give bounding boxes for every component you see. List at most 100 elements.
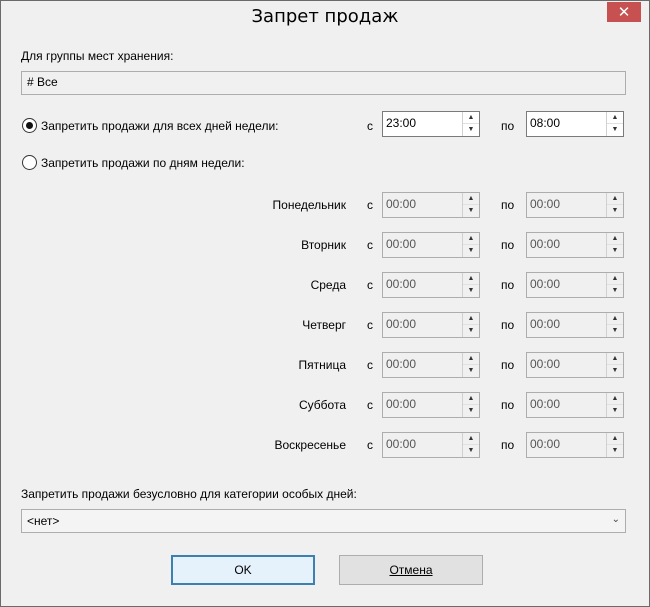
spin-up-icon[interactable]: ▲ bbox=[607, 353, 623, 365]
spin-up-icon[interactable]: ▲ bbox=[463, 273, 479, 285]
spin-up-icon[interactable]: ▲ bbox=[463, 353, 479, 365]
spin-up-icon[interactable]: ▲ bbox=[463, 112, 479, 124]
weekday-to-time[interactable]: 00:00 ▲ ▼ bbox=[526, 192, 624, 218]
spin-up-icon[interactable]: ▲ bbox=[607, 313, 623, 325]
by-days-label[interactable]: Запретить продажи по дням недели: bbox=[41, 156, 245, 170]
spin-down-icon[interactable]: ▼ bbox=[607, 445, 623, 457]
spin-down-icon[interactable]: ▼ bbox=[463, 205, 479, 217]
weekday-to-value: 00:00 bbox=[530, 357, 561, 371]
close-icon: ✕ bbox=[617, 3, 631, 21]
weekday-from-label: с bbox=[367, 398, 373, 412]
ok-button-label: OK bbox=[234, 563, 252, 577]
spin-down-icon[interactable]: ▼ bbox=[463, 245, 479, 257]
weekday-to-time[interactable]: 00:00 ▲ ▼ bbox=[526, 432, 624, 458]
weekday-from-time[interactable]: 00:00 ▲ ▼ bbox=[382, 312, 480, 338]
weekday-from-label: с bbox=[367, 238, 373, 252]
spin-down-icon[interactable]: ▼ bbox=[463, 445, 479, 457]
weekday-to-label: по bbox=[501, 438, 515, 452]
cancel-button[interactable]: Отмена bbox=[339, 555, 483, 585]
spin-down-icon[interactable]: ▼ bbox=[463, 405, 479, 417]
spin-down-icon[interactable]: ▼ bbox=[607, 245, 623, 257]
weekday-to-label: по bbox=[501, 238, 515, 252]
spin-down-icon[interactable]: ▼ bbox=[607, 205, 623, 217]
spin-up-icon[interactable]: ▲ bbox=[607, 233, 623, 245]
spin-up-icon[interactable]: ▲ bbox=[463, 433, 479, 445]
weekday-from-time[interactable]: 00:00 ▲ ▼ bbox=[382, 192, 480, 218]
spin-up-icon[interactable]: ▲ bbox=[607, 112, 623, 124]
spin-down-icon[interactable]: ▼ bbox=[607, 285, 623, 297]
spin-arrows: ▲ ▼ bbox=[606, 233, 623, 257]
dialog-body: Для группы мест хранения: # Все Запретит… bbox=[8, 32, 642, 600]
special-days-value: <нет> bbox=[27, 514, 60, 528]
spin-down-icon[interactable]: ▼ bbox=[607, 325, 623, 337]
ok-button[interactable]: OK bbox=[171, 555, 315, 585]
weekday-label: Понедельник bbox=[272, 198, 346, 212]
weekday-from-value: 00:00 bbox=[386, 197, 417, 211]
weekday-label: Пятница bbox=[298, 358, 347, 372]
weekday-to-value: 00:00 bbox=[530, 317, 561, 331]
spin-down-icon[interactable]: ▼ bbox=[607, 405, 623, 417]
all-days-from-label: с bbox=[367, 119, 373, 133]
spin-up-icon[interactable]: ▲ bbox=[463, 313, 479, 325]
spin-down-icon[interactable]: ▼ bbox=[607, 124, 623, 136]
weekday-from-time[interactable]: 00:00 ▲ ▼ bbox=[382, 432, 480, 458]
chevron-down-icon: ⌄ bbox=[611, 514, 620, 525]
spin-up-icon[interactable]: ▲ bbox=[607, 273, 623, 285]
all-days-from-time[interactable]: 23:00 ▲ ▼ bbox=[382, 111, 480, 137]
spin-arrows: ▲ ▼ bbox=[462, 273, 479, 297]
spin-up-icon[interactable]: ▲ bbox=[607, 433, 623, 445]
special-days-combo[interactable]: <нет> ⌄ bbox=[21, 509, 626, 533]
spin-down-icon[interactable]: ▼ bbox=[607, 365, 623, 377]
spin-down-icon[interactable]: ▼ bbox=[463, 285, 479, 297]
close-button[interactable]: ✕ bbox=[607, 2, 641, 22]
spin-up-icon[interactable]: ▲ bbox=[463, 393, 479, 405]
spin-arrows: ▲ ▼ bbox=[606, 193, 623, 217]
weekday-from-label: с bbox=[367, 438, 373, 452]
weekday-from-time[interactable]: 00:00 ▲ ▼ bbox=[382, 232, 480, 258]
weekday-to-time[interactable]: 00:00 ▲ ▼ bbox=[526, 232, 624, 258]
spin-down-icon[interactable]: ▼ bbox=[463, 365, 479, 377]
weekday-to-time[interactable]: 00:00 ▲ ▼ bbox=[526, 392, 624, 418]
spin-down-icon[interactable]: ▼ bbox=[463, 124, 479, 136]
spin-arrows: ▲ ▼ bbox=[462, 112, 479, 136]
weekday-to-time[interactable]: 00:00 ▲ ▼ bbox=[526, 272, 624, 298]
spin-down-icon[interactable]: ▼ bbox=[463, 325, 479, 337]
weekday-label: Суббота bbox=[299, 398, 346, 412]
group-label: Для группы мест хранения: bbox=[21, 49, 174, 63]
spin-arrows: ▲ ▼ bbox=[606, 313, 623, 337]
spin-up-icon[interactable]: ▲ bbox=[607, 193, 623, 205]
all-days-radio[interactable] bbox=[22, 118, 37, 133]
weekday-from-value: 00:00 bbox=[386, 317, 417, 331]
weekday-from-time[interactable]: 00:00 ▲ ▼ bbox=[382, 272, 480, 298]
weekday-from-value: 00:00 bbox=[386, 357, 417, 371]
spin-arrows: ▲ ▼ bbox=[462, 233, 479, 257]
spin-up-icon[interactable]: ▲ bbox=[463, 233, 479, 245]
cancel-button-label: Отмена bbox=[389, 563, 433, 577]
dialog-window: Запрет продаж ✕ Для группы мест хранения… bbox=[0, 0, 650, 607]
weekday-to-time[interactable]: 00:00 ▲ ▼ bbox=[526, 352, 624, 378]
title-bar: Запрет продаж ✕ bbox=[1, 1, 649, 31]
spin-arrows: ▲ ▼ bbox=[462, 353, 479, 377]
spin-arrows: ▲ ▼ bbox=[462, 193, 479, 217]
by-days-radio[interactable] bbox=[22, 155, 37, 170]
all-days-to-time[interactable]: 08:00 ▲ ▼ bbox=[526, 111, 624, 137]
all-days-label[interactable]: Запретить продажи для всех дней недели: bbox=[41, 119, 279, 133]
weekday-to-label: по bbox=[501, 278, 515, 292]
weekday-to-time[interactable]: 00:00 ▲ ▼ bbox=[526, 312, 624, 338]
weekday-to-label: по bbox=[501, 198, 515, 212]
weekday-to-value: 00:00 bbox=[530, 397, 561, 411]
weekday-label: Воскресенье bbox=[274, 438, 346, 452]
weekday-from-value: 00:00 bbox=[386, 437, 417, 451]
spin-up-icon[interactable]: ▲ bbox=[463, 193, 479, 205]
weekday-to-label: по bbox=[501, 318, 515, 332]
weekday-to-label: по bbox=[501, 358, 515, 372]
spin-up-icon[interactable]: ▲ bbox=[607, 393, 623, 405]
weekday-to-value: 00:00 bbox=[530, 197, 561, 211]
weekday-from-time[interactable]: 00:00 ▲ ▼ bbox=[382, 392, 480, 418]
storage-group-field: # Все bbox=[21, 71, 626, 95]
weekday-to-value: 00:00 bbox=[530, 277, 561, 291]
weekday-label: Среда bbox=[310, 278, 346, 292]
spin-arrows: ▲ ▼ bbox=[606, 353, 623, 377]
special-days-label: Запретить продажи безусловно для категор… bbox=[21, 487, 357, 501]
weekday-from-time[interactable]: 00:00 ▲ ▼ bbox=[382, 352, 480, 378]
